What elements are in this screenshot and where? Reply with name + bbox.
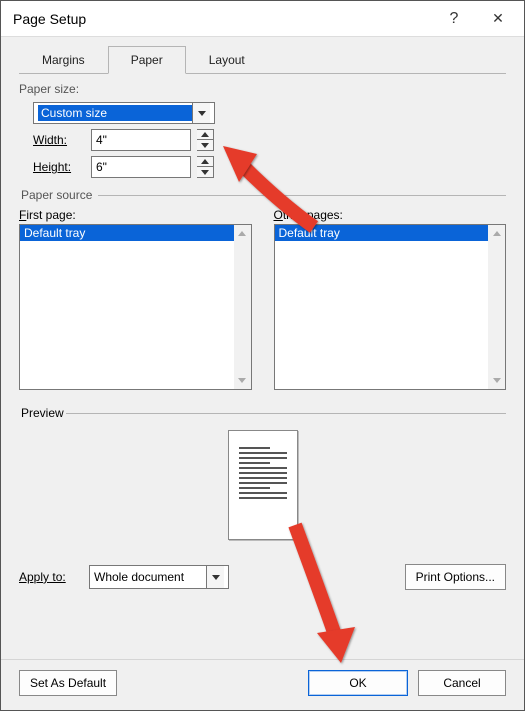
help-icon: ? — [450, 10, 459, 28]
apply-to-combo[interactable]: Whole document — [89, 565, 229, 589]
chevron-down-icon — [192, 103, 210, 123]
titlebar: Page Setup ? ✕ — [1, 1, 524, 37]
list-item[interactable]: Default tray — [275, 225, 506, 241]
apply-to-selected: Whole document — [94, 570, 206, 584]
help-button[interactable]: ? — [432, 4, 476, 34]
height-spin-down[interactable] — [197, 167, 213, 177]
tab-layout[interactable]: Layout — [186, 46, 268, 74]
scroll-up-icon[interactable] — [488, 225, 505, 242]
width-spin-up[interactable] — [197, 130, 213, 140]
first-page-label: First page: — [19, 208, 252, 222]
height-spin-up[interactable] — [197, 157, 213, 167]
tab-margins[interactable]: Margins — [19, 46, 108, 74]
apply-to-label: Apply to: — [19, 570, 81, 584]
paper-size-selected: Custom size — [38, 105, 192, 121]
close-icon: ✕ — [492, 10, 504, 27]
page-setup-dialog: Page Setup ? ✕ Margins Paper Layout Pape… — [0, 0, 525, 711]
preview-legend: Preview — [19, 406, 66, 420]
paper-source-legend: Paper source — [19, 188, 98, 202]
height-label: Height: — [33, 160, 85, 174]
width-input[interactable]: 4" — [91, 129, 191, 151]
width-spin-down[interactable] — [197, 140, 213, 150]
height-input[interactable]: 6" — [91, 156, 191, 178]
paper-size-label: Paper size: — [19, 82, 506, 96]
dialog-footer: Set As Default OK Cancel — [1, 659, 524, 710]
scrollbar — [234, 225, 251, 389]
preview-group: Preview — [19, 406, 506, 540]
other-pages-listbox[interactable]: Default tray — [274, 224, 507, 390]
scroll-down-icon[interactable] — [488, 372, 505, 389]
paper-source-group: Paper source First page: Default tray Ot… — [19, 188, 506, 390]
list-item[interactable]: Default tray — [20, 225, 251, 241]
set-as-default-button[interactable]: Set As Default — [19, 670, 117, 696]
tab-strip: Margins Paper Layout — [19, 45, 506, 74]
scrollbar — [488, 225, 505, 389]
dialog-title: Page Setup — [13, 11, 432, 27]
paper-size-combo[interactable]: Custom size — [33, 102, 215, 124]
scroll-up-icon[interactable] — [234, 225, 251, 242]
other-pages-label: Other pages: — [274, 208, 507, 222]
height-spinner — [197, 156, 214, 178]
chevron-down-icon — [206, 566, 224, 588]
print-options-button[interactable]: Print Options... — [405, 564, 506, 590]
width-label: Width: — [33, 133, 85, 147]
tab-paper[interactable]: Paper — [108, 46, 186, 74]
ok-button[interactable]: OK — [308, 670, 408, 696]
width-spinner — [197, 129, 214, 151]
cancel-button[interactable]: Cancel — [418, 670, 506, 696]
first-page-listbox[interactable]: Default tray — [19, 224, 252, 390]
scroll-down-icon[interactable] — [234, 372, 251, 389]
close-button[interactable]: ✕ — [476, 4, 520, 34]
preview-page — [228, 430, 298, 540]
